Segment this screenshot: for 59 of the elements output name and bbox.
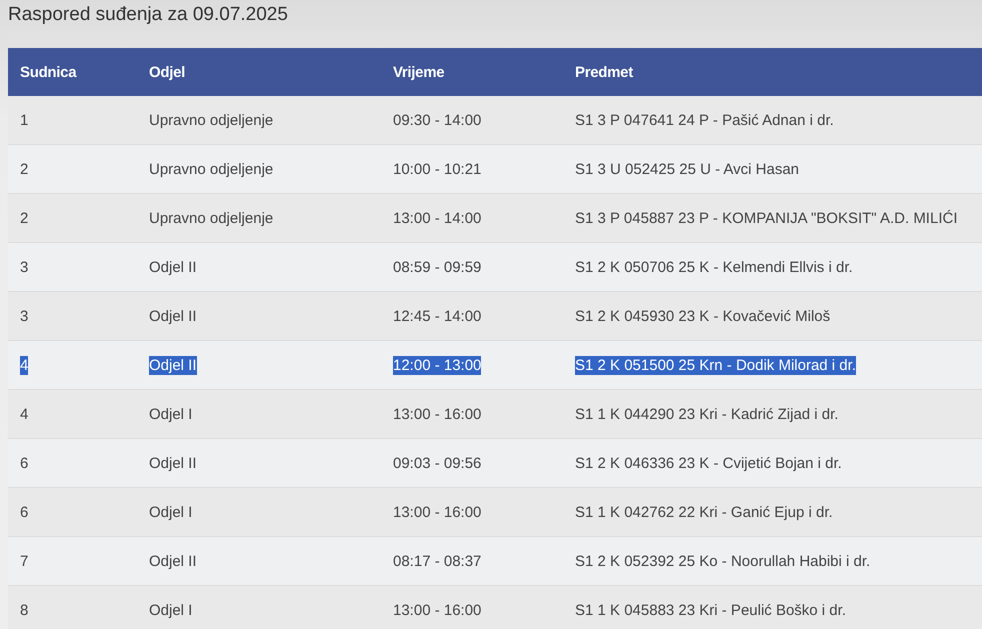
table-cell: Odjel II xyxy=(149,454,197,472)
table-cell: S1 2 K 046336 23 K - Cvijetić Bojan i dr. xyxy=(575,454,842,472)
table-cell: Odjel II xyxy=(149,552,197,570)
table-row[interactable]: 7 Odjel II 08:17 - 08:37 S1 2 K 052392 25 Ko - Noorullah Habibi i dr. xyxy=(8,537,982,586)
column-header: Vrijeme xyxy=(392,64,446,80)
table-row[interactable]: 3 Odjel II 08:59 - 09:59 S1 2 K 050706 25 K - Kelmendi Ellvis i dr. xyxy=(8,243,982,292)
table-row[interactable]: 6 Odjel II 09:03 - 09:56 S1 2 K 046336 23 K - Cvijetić Bojan i dr. xyxy=(8,439,982,488)
table-cell: 8 xyxy=(20,600,28,620)
table-cell: Upravno odjeljenje xyxy=(149,160,274,178)
table-cell: 13:00 - 16:00 xyxy=(393,600,482,620)
table-row[interactable]: 2 Upravno odjeljenje 13:00 - 14:00 S1 3 P 045887 23 P - KOMPANIJA "BOKSIT" A.D. MILIĆI xyxy=(8,194,982,243)
table-cell: 2 xyxy=(20,208,28,228)
table-cell: 13:00 - 16:00 xyxy=(393,502,482,522)
table-cell: Odjel I xyxy=(149,502,192,522)
table-row[interactable]: 2 Upravno odjeljenje 10:00 - 10:21 S1 3 U 052425 25 U - Avci Hasan xyxy=(8,145,982,194)
table-cell: S1 1 K 042762 22 Kri - Ganić Ejup i dr. xyxy=(575,502,833,522)
table-cell: 09:30 - 14:00 xyxy=(393,110,482,130)
table-row[interactable]: 4 Odjel I 13:00 - 16:00 S1 1 K 044290 23 Kri - Kadrić Zijad i dr. xyxy=(8,390,982,439)
table-cell: 7 xyxy=(20,552,28,570)
table-cell: S1 3 U 052425 25 U - Avci Hasan xyxy=(575,160,800,178)
table-row[interactable]: 6 Odjel I 13:00 - 16:00 S1 1 K 042762 22 Kri - Ganić Ejup i dr. xyxy=(8,488,982,537)
table-cell: Odjel I xyxy=(149,404,192,424)
table-cell: 3 xyxy=(20,306,28,326)
table-cell: 10:00 - 10:21 xyxy=(393,160,482,178)
table-cell: 09:03 - 09:56 xyxy=(393,454,482,472)
table-cell: 12:00 - 13:00 xyxy=(393,356,482,374)
table-cell: 2 xyxy=(20,160,28,178)
table-row[interactable]: 8 Odjel I 13:00 - 16:00 S1 1 K 045883 23 Kri - Peulić Boško i dr. xyxy=(8,586,982,629)
table-cell: 13:00 - 14:00 xyxy=(393,208,482,228)
table-cell: S1 3 P 047641 24 P - Pašić Adnan i dr. xyxy=(575,110,834,130)
table-cell: Odjel I xyxy=(149,600,192,620)
table-cell: Upravno odjeljenje xyxy=(149,110,274,130)
table-cell: S1 3 P 045887 23 P - KOMPANIJA "BOKSIT" A.D. MILIĆI xyxy=(575,208,958,228)
table-cell: 08:59 - 09:59 xyxy=(393,258,482,276)
table-cell: 6 xyxy=(20,454,28,472)
table-cell: S1 2 K 052392 25 Ko - Noorullah Habibi i dr. xyxy=(575,552,870,570)
table-row[interactable]: 4 Odjel II 12:00 - 13:00 S1 2 K 051500 25 Krn - Dodik Milorad i dr. xyxy=(8,341,982,390)
table-cell: Odjel II xyxy=(149,356,197,374)
table-cell: 12:45 - 14:00 xyxy=(393,306,482,326)
table-cell: 3 xyxy=(20,258,28,276)
table-cell: 4 xyxy=(20,404,28,424)
column-header: Sudnica xyxy=(19,64,78,80)
table-cell: 1 xyxy=(20,110,28,130)
table-cell: S1 1 K 045883 23 Kri - Peulić Boško i dr. xyxy=(575,600,846,620)
column-header: Predmet xyxy=(574,64,634,80)
table-cell: S1 1 K 044290 23 Kri - Kadrić Zijad i dr. xyxy=(575,404,838,424)
table-cell: 13:00 - 16:00 xyxy=(393,404,482,424)
table-cell: Odjel II xyxy=(149,258,197,276)
column-header: Odjel xyxy=(148,64,186,80)
table-cell: S1 2 K 045930 23 K - Kovačević Miloš xyxy=(575,306,830,326)
table-cell: 4 xyxy=(20,356,28,374)
table-cell: Odjel II xyxy=(149,306,197,326)
page-title: Raspored suđenja za 09.07.2025 xyxy=(7,3,289,27)
table-cell: 6 xyxy=(20,502,28,522)
table-cell: S1 2 K 051500 25 Krn - Dodik Milorad i dr. xyxy=(575,356,856,374)
table-row[interactable]: 3 Odjel II 12:45 - 14:00 S1 2 K 045930 23 K - Kovačević Miloš xyxy=(8,292,982,341)
table-cell: 08:17 - 08:37 xyxy=(393,552,482,570)
table-cell: S1 2 K 050706 25 K - Kelmendi Ellvis i dr. xyxy=(575,258,853,276)
table-cell: Upravno odjeljenje xyxy=(149,208,274,228)
